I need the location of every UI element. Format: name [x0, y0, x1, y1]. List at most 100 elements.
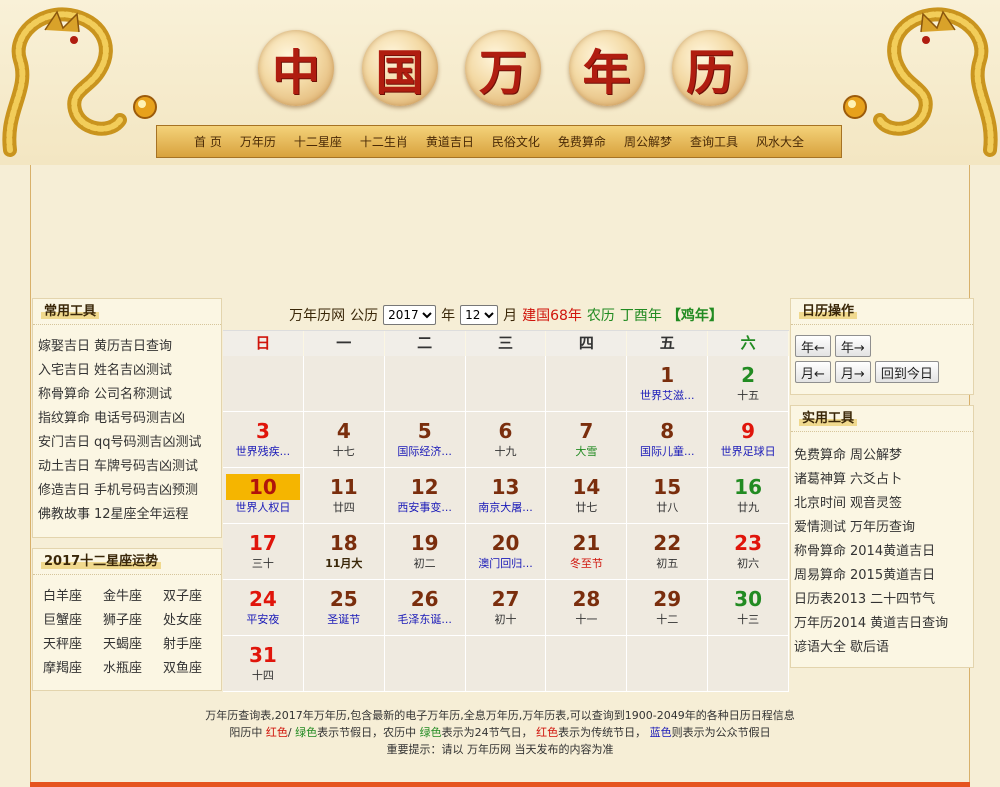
day-cell[interactable]: 24 平安夜 [223, 580, 304, 636]
nav-auspicious-days[interactable]: 黄道吉日 [417, 133, 483, 150]
nav-dream-interpretation[interactable]: 周公解梦 [615, 133, 681, 150]
day-cell[interactable]: 6 十九 [465, 412, 547, 468]
day-number: 6 [498, 419, 513, 443]
day-cell[interactable]: 8 国际儿童... [627, 412, 709, 468]
nav-folk-culture[interactable]: 民俗文化 [483, 133, 549, 150]
tool-link[interactable]: 称骨算命 [38, 387, 90, 402]
tool-link[interactable]: 修造吉日 [38, 483, 90, 498]
day-cell[interactable]: 14 廿七 [546, 468, 628, 524]
zodiac-sign-link[interactable]: 狮子座 [103, 611, 163, 631]
day-subtext: 初十 [494, 613, 517, 626]
utility-link[interactable]: 爱情测试 [794, 520, 846, 535]
empty-day-cell [627, 636, 709, 692]
day-cell[interactable]: 15 廿八 [627, 468, 709, 524]
next-month-button[interactable]: 月→ [834, 361, 871, 383]
tool-link[interactable]: 佛教故事 [38, 507, 90, 522]
zodiac-sign-link[interactable]: 天秤座 [43, 635, 103, 655]
today-cell[interactable]: 10 世界人权日 [223, 468, 304, 524]
prev-year-button[interactable]: 年← [795, 335, 831, 357]
day-cell[interactable]: 29 十二 [627, 580, 709, 636]
zodiac-sign-link[interactable]: 射手座 [163, 635, 223, 655]
day-cell[interactable]: 7 大雪 [546, 412, 628, 468]
zodiac-sign-link[interactable]: 巨蟹座 [43, 611, 103, 631]
nav-home[interactable]: 首 页 [185, 133, 231, 150]
utility-link[interactable]: 万年历2014 [794, 616, 866, 631]
day-cell[interactable]: 13 南京大屠... [465, 468, 547, 524]
tool-link[interactable]: 手机号码吉凶预测 [94, 483, 198, 498]
day-cell[interactable]: 5 国际经济... [384, 412, 466, 468]
day-cell[interactable]: 17 三十 [223, 524, 304, 580]
day-cell[interactable]: 22 初五 [627, 524, 709, 580]
nav-query-tools[interactable]: 查询工具 [681, 133, 747, 150]
nav-zodiac-signs[interactable]: 十二星座 [285, 133, 351, 150]
day-subtext: 初二 [413, 557, 436, 570]
utility-link[interactable]: 黄道吉日查询 [870, 616, 948, 631]
utility-link[interactable]: 周公解梦 [850, 448, 902, 463]
tool-link[interactable]: 嫁娶吉日 [38, 339, 90, 354]
day-cell[interactable]: 26 毛泽东诞... [384, 580, 466, 636]
utility-link[interactable]: 周易算命 [794, 568, 846, 583]
utility-link[interactable]: 六爻占卜 [850, 472, 902, 487]
tool-link[interactable]: 入宅吉日 [38, 363, 90, 378]
tool-link[interactable]: 黄历吉日查询 [94, 339, 172, 354]
day-cell[interactable]: 27 初十 [465, 580, 547, 636]
day-cell[interactable]: 28 十一 [546, 580, 628, 636]
prev-month-button[interactable]: 月← [795, 361, 831, 383]
day-cell[interactable]: 20 澳门回归... [465, 524, 547, 580]
year-select[interactable]: 2017 [383, 305, 437, 325]
day-cell[interactable]: 4 十七 [303, 412, 385, 468]
weekday-header-row: 日一二三四五六 [223, 331, 790, 356]
day-cell[interactable]: 3 世界残疾... [223, 412, 304, 468]
zodiac-sign-link[interactable]: 摩羯座 [43, 659, 103, 679]
day-cell[interactable]: 11 廿四 [303, 468, 385, 524]
day-cell[interactable]: 23 初六 [708, 524, 790, 580]
day-cell[interactable]: 21 冬至节 [546, 524, 628, 580]
next-year-button[interactable]: 年→ [834, 335, 871, 357]
tool-link[interactable]: qq号码测吉凶测试 [94, 435, 202, 450]
utility-link[interactable]: 二十四节气 [870, 592, 935, 607]
tool-link[interactable]: 指纹算命 [38, 411, 90, 426]
day-cell[interactable]: 25 圣诞节 [303, 580, 385, 636]
zodiac-sign-link[interactable]: 双子座 [163, 587, 223, 607]
utility-link[interactable]: 歇后语 [850, 640, 889, 655]
day-cell[interactable]: 1 世界艾滋... [627, 356, 709, 412]
nav-feng-shui[interactable]: 风水大全 [747, 133, 813, 150]
zodiac-sign-link[interactable]: 白羊座 [43, 587, 103, 607]
tool-link[interactable]: 12星座全年运程 [94, 507, 189, 522]
utility-link[interactable]: 2015黄道吉日 [850, 568, 935, 583]
zodiac-sign-link[interactable]: 水瓶座 [103, 659, 163, 679]
day-cell[interactable]: 12 西安事变... [384, 468, 466, 524]
zodiac-sign-link[interactable]: 金牛座 [103, 587, 163, 607]
month-select[interactable]: 12 [460, 305, 499, 325]
nav-chinese-zodiac[interactable]: 十二生肖 [351, 133, 417, 150]
nav-calendar[interactable]: 万年历 [231, 133, 285, 150]
day-cell[interactable]: 9 世界足球日 [708, 412, 790, 468]
utility-link[interactable]: 称骨算命 [794, 544, 846, 559]
tool-link[interactable]: 安门吉日 [38, 435, 90, 450]
utility-link[interactable]: 诸葛神算 [794, 472, 846, 487]
day-cell[interactable]: 18 11月大 [303, 524, 385, 580]
utility-link[interactable]: 北京时间 [794, 496, 846, 511]
zodiac-sign-link[interactable]: 双鱼座 [163, 659, 223, 679]
utility-link[interactable]: 万年历查询 [850, 520, 915, 535]
title-char-2: 国 [361, 30, 438, 106]
day-cell[interactable]: 19 初二 [384, 524, 466, 580]
utility-link[interactable]: 免费算命 [794, 448, 846, 463]
nav-fortune-telling[interactable]: 免费算命 [549, 133, 615, 150]
day-cell[interactable]: 16 廿九 [708, 468, 790, 524]
tool-link[interactable]: 动土吉日 [38, 459, 90, 474]
day-cell[interactable]: 30 十三 [708, 580, 790, 636]
utility-link[interactable]: 观音灵签 [850, 496, 902, 511]
day-cell[interactable]: 2 十五 [708, 356, 790, 412]
day-cell[interactable]: 31 十四 [223, 636, 304, 692]
tool-link[interactable]: 车牌号码吉凶测试 [94, 459, 198, 474]
utility-link[interactable]: 谚语大全 [794, 640, 846, 655]
utility-link[interactable]: 2014黄道吉日 [850, 544, 935, 559]
today-button[interactable]: 回到今日 [874, 361, 939, 383]
tool-link[interactable]: 姓名吉凶测试 [94, 363, 172, 378]
zodiac-sign-link[interactable]: 天蝎座 [103, 635, 163, 655]
tool-link[interactable]: 公司名称测试 [94, 387, 172, 402]
zodiac-sign-link[interactable]: 处女座 [163, 611, 223, 631]
tool-link[interactable]: 电话号码测吉凶 [94, 411, 185, 426]
utility-link[interactable]: 日历表2013 [794, 592, 866, 607]
